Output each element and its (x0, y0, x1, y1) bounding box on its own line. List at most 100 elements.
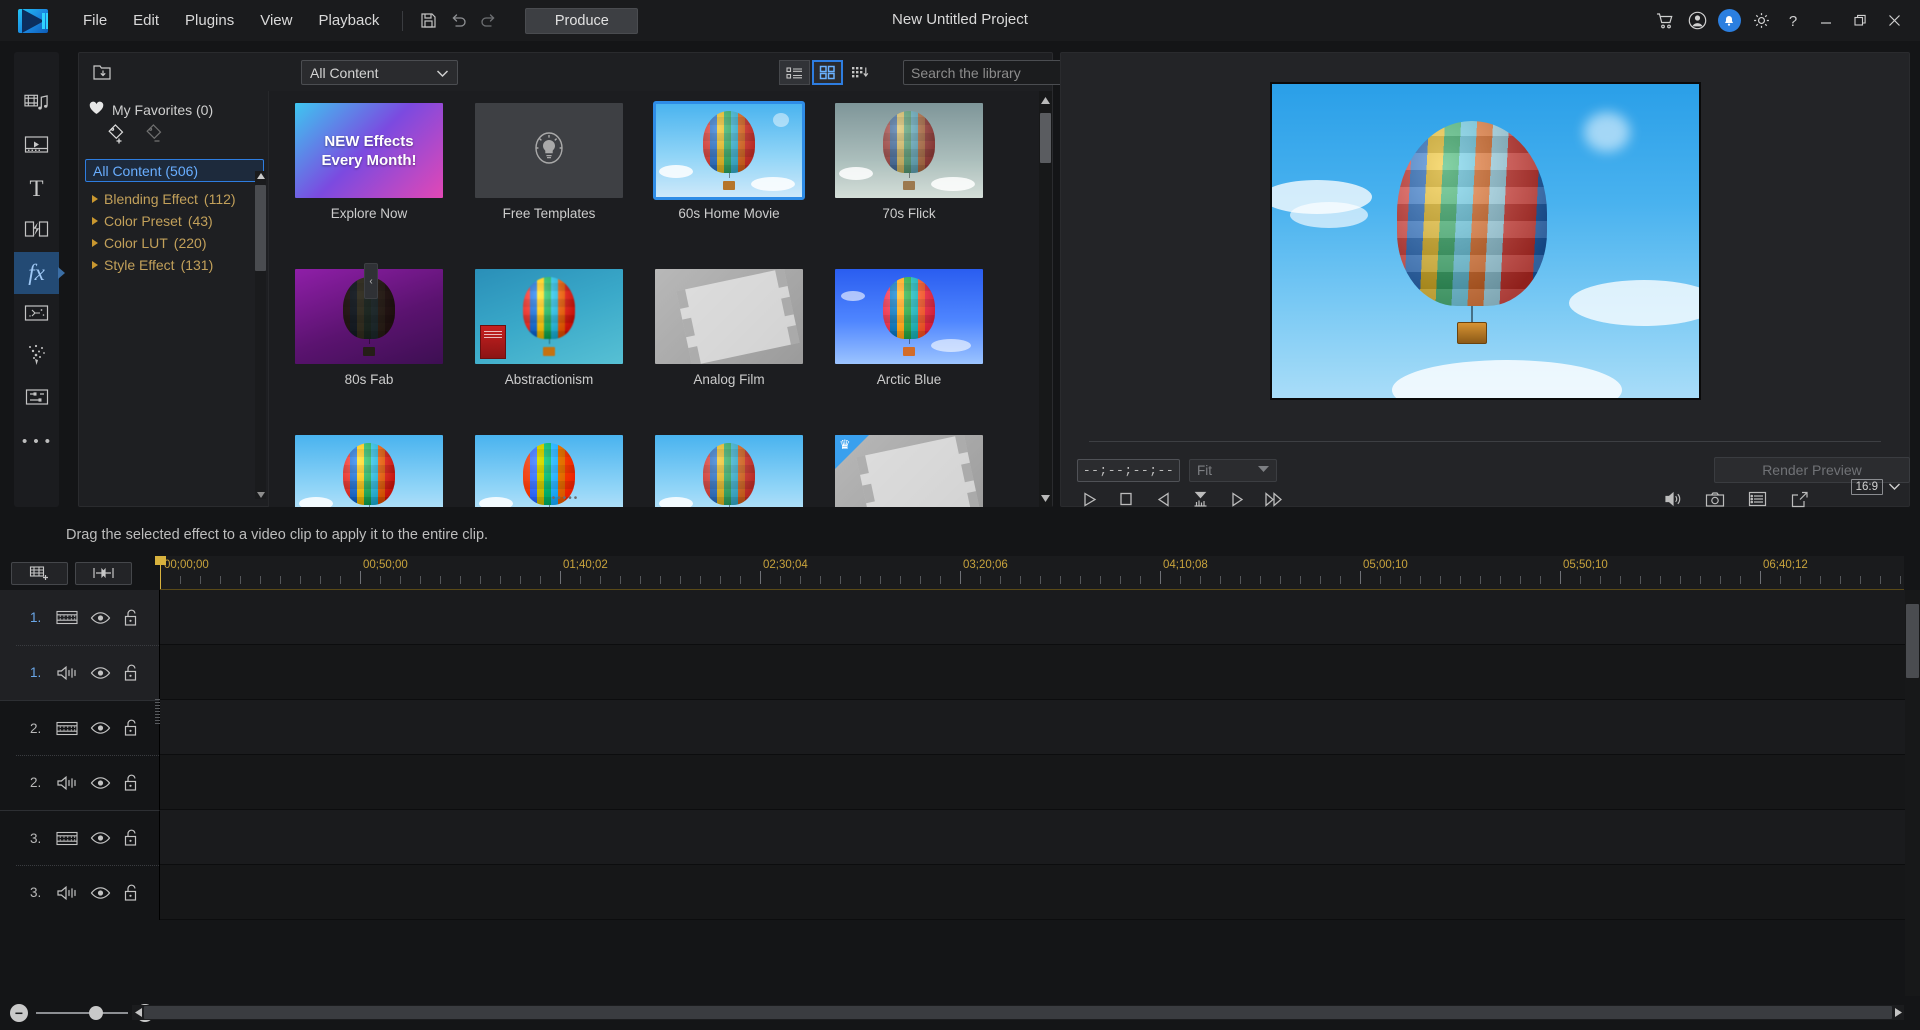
undo-icon[interactable] (443, 6, 473, 36)
popout-preview-icon[interactable] (1785, 487, 1813, 511)
effect-thumbnail[interactable] (655, 103, 803, 198)
timeline-vertical-scrollbar[interactable] (1905, 590, 1920, 996)
zoom-out-button[interactable]: − (10, 1004, 28, 1022)
effect-thumbnail[interactable] (295, 435, 443, 507)
track-lock-icon[interactable] (123, 609, 139, 627)
menu-playback[interactable]: Playback (305, 0, 392, 41)
effect-thumbnail[interactable] (655, 435, 803, 507)
sidebar-item-video-template-room[interactable] (14, 126, 59, 168)
audio-track-1[interactable]: 1. (0, 645, 1920, 700)
sort-button[interactable] (845, 60, 875, 85)
scroll-down-arrow-icon[interactable] (256, 489, 265, 499)
aspect-ratio-selector[interactable]: 16:9 (1851, 478, 1901, 496)
effect-thumbnail[interactable] (835, 103, 983, 198)
track-visibility-eye-icon[interactable] (90, 666, 111, 680)
scrollbar-thumb[interactable] (255, 185, 266, 271)
track-visibility-eye-icon[interactable] (90, 886, 111, 900)
track-content[interactable] (160, 590, 1920, 645)
track-content[interactable] (160, 865, 1920, 920)
scroll-left-arrow-icon[interactable] (132, 1005, 144, 1020)
account-icon[interactable] (1682, 6, 1712, 36)
effect-thumbnail[interactable] (475, 103, 623, 198)
fast-forward-button[interactable] (1260, 487, 1288, 511)
effect-thumbnail[interactable] (835, 269, 983, 364)
track-header[interactable]: 3. (0, 810, 160, 865)
remove-tag-button[interactable] (145, 124, 167, 149)
track-visibility-eye-icon[interactable] (90, 776, 111, 790)
sidebar-item-particle-room[interactable] (14, 294, 59, 336)
collapse-panel-button[interactable]: ‹ (364, 263, 378, 299)
minimize-button[interactable] (1810, 0, 1842, 41)
play-button[interactable] (1075, 487, 1103, 511)
tree-item-all-content[interactable]: All Content (506) (85, 159, 264, 182)
scroll-up-arrow-icon[interactable] (256, 171, 265, 181)
audio-track-2[interactable]: 2. (0, 755, 1920, 810)
video-track-icon[interactable] (56, 831, 78, 846)
tree-item-blending-effect[interactable]: Blending Effect (112) (85, 188, 268, 210)
track-header[interactable]: 1. (0, 590, 160, 645)
close-button[interactable] (1878, 0, 1910, 41)
scene-marker-button[interactable] (1186, 487, 1214, 511)
track-lock-icon[interactable] (123, 829, 139, 847)
volume-icon[interactable] (1659, 487, 1687, 511)
grid-scrollbar[interactable] (1039, 91, 1052, 507)
zoom-slider-handle[interactable] (89, 1006, 103, 1020)
preview-list-icon[interactable] (1743, 487, 1771, 511)
audio-track-icon[interactable] (56, 665, 78, 681)
track-visibility-eye-icon[interactable] (90, 831, 111, 845)
scrollbar-thumb[interactable] (1906, 604, 1919, 678)
scrollbar-thumb[interactable] (144, 1006, 1892, 1019)
list-item[interactable]: NEW Effects Every Month! Explore Now (279, 103, 459, 211)
timeline-horizontal-scrollbar[interactable] (132, 1005, 1904, 1020)
add-tag-button[interactable] (107, 124, 129, 149)
zoom-fit-select[interactable]: Fit (1189, 459, 1277, 482)
menu-edit[interactable]: Edit (120, 0, 172, 41)
effect-thumbnail[interactable] (655, 269, 803, 364)
cart-icon[interactable] (1650, 6, 1680, 36)
effect-thumbnail[interactable] (835, 435, 983, 507)
scroll-down-arrow-icon[interactable] (1040, 491, 1051, 505)
track-content[interactable] (160, 755, 1920, 810)
import-media-icon[interactable] (87, 58, 117, 86)
video-track-icon[interactable] (56, 610, 78, 625)
tree-item-color-preset[interactable]: Color Preset (43) (85, 210, 268, 232)
tree-scrollbar[interactable] (255, 171, 266, 499)
sidebar-item-effect-room[interactable]: fx (14, 252, 59, 294)
list-item[interactable] (819, 435, 999, 507)
scrollbar-thumb[interactable] (1040, 113, 1051, 163)
timeline-ruler[interactable]: 00;00;00 00;50;00 01;40;02 02;30;04 03;2… (160, 556, 1904, 590)
sidebar-item-audio-mix-room[interactable] (14, 378, 59, 420)
panel-resize-grip[interactable]: ••••• (552, 493, 580, 504)
scroll-right-arrow-icon[interactable] (1892, 1005, 1904, 1020)
list-item[interactable]: Abstractionism (459, 269, 639, 377)
sidebar-item-title-room[interactable]: T (14, 168, 59, 210)
list-item[interactable] (639, 435, 819, 507)
track-lock-icon[interactable] (123, 774, 139, 792)
track-header[interactable]: 2. (0, 700, 160, 755)
restore-button[interactable] (1844, 0, 1876, 41)
sidebar-item-transition-room[interactable] (14, 210, 59, 252)
menu-file[interactable]: File (70, 0, 120, 41)
menu-plugins[interactable]: Plugins (172, 0, 247, 41)
track-header[interactable]: 2. (0, 755, 160, 810)
next-frame-button[interactable] (1223, 487, 1251, 511)
track-header[interactable]: 3. (0, 865, 160, 920)
scroll-up-arrow-icon[interactable] (1040, 93, 1051, 107)
tree-item-color-lut[interactable]: Color LUT (220) (85, 232, 268, 254)
timecode-field[interactable]: --;--;--;-- (1077, 459, 1180, 482)
sidebar-item-media-room[interactable] (14, 84, 59, 126)
effect-thumbnail[interactable] (475, 269, 623, 364)
effect-thumbnail[interactable] (475, 435, 623, 507)
sidebar-item-sparkle-room[interactable] (14, 336, 59, 378)
track-lock-icon[interactable] (123, 664, 139, 682)
list-item[interactable]: Arctic Blue (819, 269, 999, 377)
track-panel-resize-grip[interactable] (155, 698, 160, 724)
video-track-icon[interactable] (56, 721, 78, 736)
list-view-button[interactable] (779, 60, 810, 85)
tree-item-style-effect[interactable]: Style Effect (131) (85, 254, 268, 276)
track-visibility-eye-icon[interactable] (90, 721, 111, 735)
stop-button[interactable] (1112, 487, 1140, 511)
list-item[interactable]: 60s Home Movie (639, 103, 819, 211)
track-visibility-eye-icon[interactable] (90, 611, 111, 625)
redo-icon[interactable] (473, 6, 503, 36)
